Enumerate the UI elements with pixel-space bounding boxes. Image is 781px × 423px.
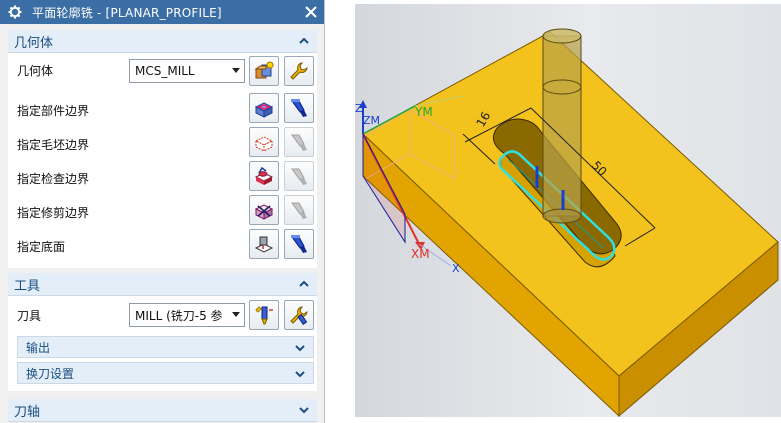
dropdown-arrow-icon	[232, 312, 240, 317]
flashlight-icon	[291, 99, 307, 117]
edit-tool-button[interactable]	[284, 300, 314, 330]
specify-blank-boundary-button[interactable]	[249, 127, 279, 157]
chevron-down-icon	[299, 407, 309, 414]
tool-select-value: MILL (铣刀-5 参	[135, 308, 223, 323]
display-blank-boundary-button[interactable]	[284, 127, 314, 157]
tool-axis-section-title: 刀轴	[14, 404, 41, 420]
axis-label-x: X	[452, 262, 460, 275]
new-geometry-icon	[254, 61, 274, 79]
geometry-label: 几何体	[17, 63, 54, 78]
gear-icon[interactable]	[6, 3, 24, 21]
dialog-title: 平面轮廓铣 - [PLANAR_PROFILE]	[32, 5, 222, 20]
flashlight-icon	[291, 235, 307, 253]
specify-floor-button[interactable]	[249, 229, 279, 259]
chevron-down-icon	[295, 371, 305, 378]
planar-profile-dialog: 平面轮廓铣 - [PLANAR_PROFILE] 几何体 几何体 MCS_MIL…	[0, 0, 325, 423]
geometry-section-title: 几何体	[14, 35, 54, 51]
graphics-viewport[interactable]: 16 50 Z ZM YM XM X	[355, 4, 781, 417]
part-boundary-icon	[254, 102, 274, 118]
chevron-up-icon	[299, 37, 309, 44]
geometry-select-value: MCS_MILL	[135, 64, 195, 78]
display-check-boundary-button[interactable]	[284, 161, 314, 191]
axis-label-z: Z	[355, 102, 363, 115]
specify-trim-boundary-label: 指定修剪边界	[17, 205, 90, 220]
tool-section-header[interactable]: 工具	[8, 273, 317, 296]
wrench-icon	[290, 62, 308, 80]
flashlight-disabled-icon	[291, 168, 307, 185]
geometry-select[interactable]: MCS_MILL	[129, 59, 245, 83]
specify-blank-boundary-label: 指定毛坯边界	[17, 137, 90, 152]
chevron-down-icon	[295, 345, 305, 352]
axis-label-ym: YM	[414, 105, 433, 119]
tool-label: 刀具	[17, 308, 42, 323]
floor-plane-icon	[254, 236, 274, 253]
new-tool-button[interactable]	[249, 300, 279, 330]
display-trim-boundary-button[interactable]	[284, 195, 314, 225]
axis-label-xm: XM	[411, 247, 430, 261]
specify-part-boundary-label: 指定部件边界	[17, 103, 90, 118]
tool-change-settings-header[interactable]: 换刀设置	[17, 362, 314, 384]
axis-label-zm: ZM	[363, 114, 380, 127]
new-tool-icon	[255, 306, 273, 325]
specify-part-boundary-button[interactable]	[249, 93, 279, 123]
new-geometry-button[interactable]	[249, 56, 279, 86]
specify-floor-label: 指定底面	[17, 239, 66, 254]
blank-boundary-icon	[254, 136, 274, 152]
specify-check-boundary-button[interactable]	[249, 161, 279, 191]
display-part-boundary-button[interactable]	[284, 93, 314, 123]
display-floor-button[interactable]	[284, 229, 314, 259]
dialog-titlebar: 平面轮廓铣 - [PLANAR_PROFILE]	[0, 0, 324, 24]
edit-geometry-button[interactable]	[284, 56, 314, 86]
check-boundary-icon	[254, 166, 274, 185]
output-subsection-title: 输出	[26, 340, 51, 355]
trim-boundary-icon	[254, 204, 274, 220]
tool-change-settings-title: 换刀设置	[26, 366, 75, 381]
specify-trim-boundary-button[interactable]	[249, 195, 279, 225]
part-model: 16 50 Z ZM YM XM X	[355, 28, 779, 417]
specify-check-boundary-label: 指定检查边界	[17, 171, 90, 186]
tool-section-title: 工具	[14, 278, 41, 294]
geometry-section-header[interactable]: 几何体	[8, 30, 317, 53]
tool-select[interactable]: MILL (铣刀-5 参	[129, 303, 245, 327]
edit-tool-icon	[290, 306, 308, 325]
chevron-up-icon	[299, 280, 309, 287]
close-icon[interactable]	[302, 3, 320, 21]
output-subsection-header[interactable]: 输出	[17, 336, 314, 358]
flashlight-disabled-icon	[291, 134, 307, 151]
tool-axis-section-header[interactable]: 刀轴	[8, 399, 317, 422]
flashlight-disabled-icon	[291, 202, 307, 219]
dropdown-arrow-icon	[232, 68, 240, 73]
